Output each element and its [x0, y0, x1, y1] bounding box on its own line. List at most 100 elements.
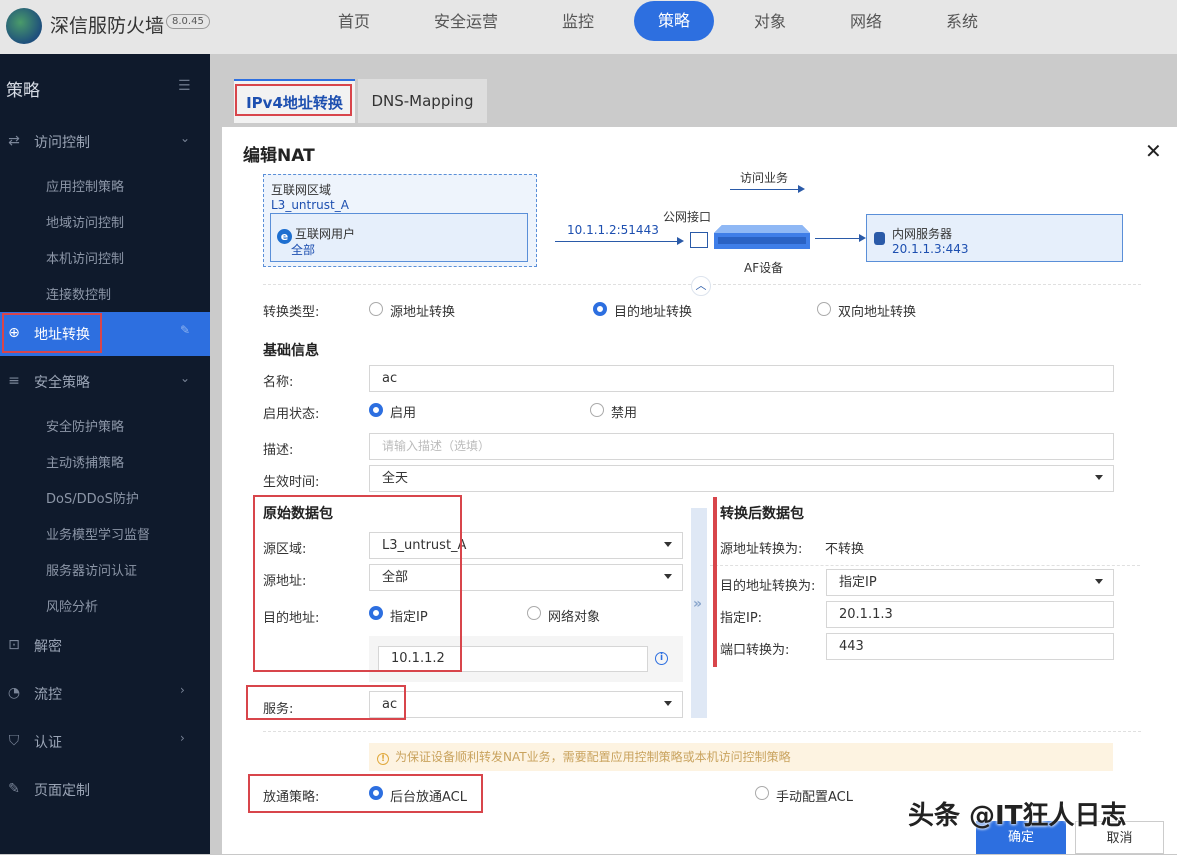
basic-info-title: 基础信息	[263, 343, 319, 359]
effective-time-label: 生效时间:	[263, 475, 320, 490]
logo-icon	[6, 8, 42, 44]
nav-security-ops[interactable]: 安全运营	[424, 0, 508, 44]
internet-user-value: 全部	[291, 243, 316, 257]
dialog-title: 编辑NAT	[243, 146, 315, 166]
radio-bidirectional-nat[interactable]	[817, 302, 831, 316]
sidebar-item-auth[interactable]: ⛉ 认证 ›	[0, 720, 210, 764]
highlight-box	[713, 497, 717, 667]
radio-source-nat[interactable]	[369, 302, 383, 316]
sidebar-item-page-custom[interactable]: ✎ 页面定制	[0, 768, 210, 812]
af-device-label: AF设备	[744, 261, 784, 275]
conversion-type-label: 转换类型:	[263, 305, 320, 320]
shield-icon: ⛉	[8, 733, 20, 749]
chevron-down-icon: ⌄	[180, 131, 191, 145]
sidebar-subitem[interactable]: 连接数控制	[46, 284, 111, 303]
sidebar-subitem[interactable]: 地域访问控制	[46, 212, 124, 231]
highlight-box	[235, 84, 352, 116]
collapse-up-icon[interactable]: ︿	[691, 276, 711, 296]
highlight-box	[246, 685, 406, 720]
translated-packet-title: 转换后数据包	[720, 506, 804, 522]
interface-icon	[690, 232, 708, 248]
chevron-right-icon: ›	[180, 683, 185, 697]
dropdown-caret-icon	[664, 701, 672, 706]
nav-object[interactable]: 对象	[738, 0, 802, 44]
sidebar-subitem[interactable]: 风险分析	[46, 596, 98, 615]
nav-network[interactable]: 网络	[834, 0, 898, 44]
nav-monitor[interactable]: 监控	[546, 0, 610, 44]
sidebar-subitem[interactable]: 安全防护策略	[46, 416, 124, 435]
description-input[interactable]: 请输入描述（选填）	[369, 433, 1114, 460]
radio-destination-nat-label[interactable]: 目的地址转换	[614, 301, 692, 320]
arrow-head-icon	[859, 234, 866, 242]
translated-destination-select[interactable]: 指定IP	[826, 569, 1114, 596]
radio-disabled[interactable]	[590, 403, 604, 417]
dropdown-caret-icon	[1095, 475, 1103, 480]
sidebar-item-access-control[interactable]: ⇄ 访问控制 ⌄	[0, 120, 210, 164]
sidebar-subitem[interactable]: 主动诱捕策略	[46, 452, 124, 471]
service-select[interactable]: ac	[369, 691, 683, 718]
effective-time-value: 全天	[382, 471, 409, 486]
pin-icon[interactable]: ✎	[180, 323, 190, 337]
radio-network-object-label[interactable]: 网络对象	[548, 606, 600, 625]
radio-bidirectional-nat-label[interactable]: 双向地址转换	[838, 301, 916, 320]
radio-source-nat-label[interactable]: 源地址转换	[390, 301, 455, 320]
translated-source-value: 不转换	[825, 542, 865, 557]
arrow-head-icon	[798, 185, 805, 193]
browser-icon: e	[277, 229, 292, 244]
radio-enabled[interactable]	[369, 403, 383, 417]
sidebar-title: 策略	[6, 81, 40, 101]
dropdown-caret-icon	[664, 542, 672, 547]
access-service-label: 访问业务	[740, 171, 789, 185]
radio-enabled-label[interactable]: 启用	[390, 402, 416, 421]
sidebar-subitem[interactable]: 本机访问控制	[46, 248, 124, 267]
specified-ip-label: 指定IP:	[720, 611, 763, 626]
translated-destination-value: 指定IP	[839, 575, 877, 590]
collapse-menu-icon[interactable]: ☰	[178, 78, 191, 94]
sidebar-subitem[interactable]: 应用控制策略	[46, 176, 124, 195]
nav-policy[interactable]: 策略	[634, 1, 714, 41]
nav-home[interactable]: 首页	[322, 0, 386, 44]
zone-name: L3_untrust_A	[271, 198, 349, 212]
server-label: 内网服务器	[892, 227, 953, 241]
translated-ip-input[interactable]: 20.1.1.3	[826, 601, 1114, 628]
list-icon: ≡	[8, 373, 20, 389]
notice-text: 为保证设备顺利转发NAT业务，需要配置应用控制策略或本机访问控制策略	[395, 750, 791, 764]
tab-dns-mapping[interactable]: DNS-Mapping	[358, 79, 487, 123]
port-translation-input[interactable]: 443	[826, 633, 1114, 660]
flow-icon: ◔	[7, 685, 21, 701]
effective-time-select[interactable]: 全天	[369, 465, 1114, 492]
info-icon[interactable]: i	[655, 652, 668, 665]
radio-manual-acl[interactable]	[755, 786, 769, 800]
radio-disabled-label[interactable]: 禁用	[611, 402, 637, 421]
public-address: 10.1.1.2:51443	[567, 223, 659, 237]
arrow-head-icon	[677, 237, 684, 245]
dropdown-caret-icon	[1095, 579, 1103, 584]
sidebar-subitem[interactable]: 业务模型学习监督	[46, 524, 150, 543]
sidebar-subitem[interactable]: 服务器访问认证	[46, 560, 137, 579]
sidebar-item-security-policy[interactable]: ≡ 安全策略 ⌄	[0, 360, 210, 404]
packet-divider	[691, 508, 707, 718]
radio-destination-nat[interactable]	[593, 302, 607, 316]
sidebar-subitem[interactable]: DoS/DDoS防护	[46, 488, 139, 507]
close-icon[interactable]: ✕	[1145, 139, 1162, 163]
divider	[263, 731, 1141, 732]
radio-network-object[interactable]	[527, 606, 541, 620]
radio-manual-acl-label[interactable]: 手动配置ACL	[776, 786, 853, 805]
database-icon	[874, 232, 885, 245]
divider	[710, 565, 1140, 566]
sidebar-item-flow-control[interactable]: ◔ 流控 ›	[0, 672, 210, 716]
public-interface-label: 公网接口	[663, 210, 712, 224]
sidebar-item-label: 流控	[34, 687, 62, 703]
translated-source-label: 源地址转换为:	[720, 542, 803, 557]
sidebar-item-decrypt[interactable]: ⊡ 解密	[0, 624, 210, 668]
arrow-line	[815, 238, 859, 239]
nav-system[interactable]: 系统	[930, 0, 994, 44]
sidebar-item-label: 访问控制	[34, 135, 90, 151]
sidebar-item-label: 解密	[34, 639, 62, 655]
watermark: 头条 @IT狂人日志	[908, 801, 1127, 831]
name-input[interactable]: ac	[369, 365, 1114, 392]
sidebar-item-label: 页面定制	[34, 783, 90, 799]
port-translation-label: 端口转换为:	[720, 643, 790, 658]
lock-icon: ⊡	[8, 637, 20, 653]
description-label: 描述:	[263, 443, 294, 458]
